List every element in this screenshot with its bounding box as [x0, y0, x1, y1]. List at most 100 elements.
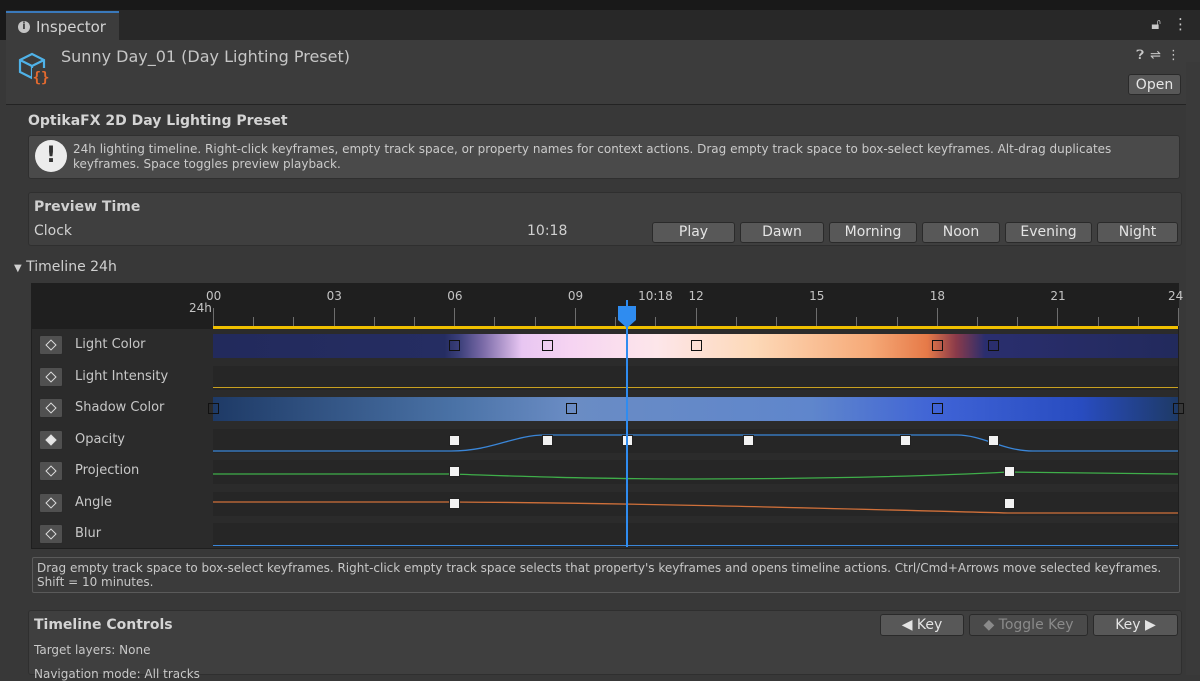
preview-time-panel: Preview Time Clock 10:18 Play Dawn Morni…	[28, 192, 1182, 246]
track-name[interactable]: Shadow Color	[75, 400, 164, 415]
toggle-key-label: Toggle Key	[998, 617, 1074, 633]
morning-button[interactable]: Morning	[829, 222, 917, 243]
toggle-key-button[interactable]: ◆ Toggle Key	[969, 614, 1088, 636]
track-name[interactable]: Blur	[75, 526, 101, 541]
night-button[interactable]: Night	[1097, 222, 1178, 243]
ruler-tick	[534, 317, 536, 326]
ruler-tick	[976, 317, 978, 326]
blur-lane[interactable]	[213, 523, 1178, 547]
keyframe-marker[interactable]	[449, 340, 461, 351]
keyframe-marker[interactable]	[541, 340, 553, 351]
projection-lane[interactable]	[213, 460, 1178, 484]
dawn-button[interactable]: Dawn	[740, 222, 824, 243]
keyframe-marker[interactable]	[931, 403, 943, 414]
timeline-foldout-label: Timeline 24h	[26, 259, 117, 275]
ruler-tick	[695, 308, 697, 326]
lock-icon[interactable]: 🔓︎	[1151, 15, 1161, 33]
diamond-icon	[45, 339, 57, 351]
ruler-tick	[1178, 308, 1179, 326]
keyframe-marker[interactable]	[449, 435, 461, 446]
tab-inspector[interactable]: i Inspector	[6, 11, 119, 41]
prev-key-button[interactable]: ◀ Key	[880, 614, 964, 636]
ruler-hour-label: 21	[1050, 289, 1066, 303]
keyframe-toggle-button[interactable]	[39, 367, 63, 387]
ruler-tick	[414, 317, 416, 326]
ruler-tick	[213, 308, 214, 326]
keyframe-marker[interactable]	[565, 403, 577, 414]
page-title: Sunny Day_01 (Day Lighting Preset)	[61, 47, 350, 66]
track-name[interactable]: Light Color	[75, 337, 146, 352]
ruler-tick	[494, 317, 496, 326]
diamond-icon	[45, 528, 57, 540]
ruler-hour-label: 06	[447, 289, 463, 303]
keyframe-marker[interactable]	[742, 435, 754, 446]
ruler-tick	[775, 317, 777, 326]
keyframe-marker[interactable]	[899, 435, 911, 446]
help-icon[interactable]: ❓︎	[1136, 48, 1150, 63]
scrollbar[interactable]	[1186, 62, 1200, 675]
settings-sliders-icon[interactable]: ⇌	[1150, 48, 1167, 63]
angle-lane[interactable]	[213, 492, 1178, 516]
menu-icon[interactable]: ⋮	[1167, 48, 1186, 63]
keyframe-marker[interactable]	[449, 498, 461, 509]
warning-icon: !	[35, 140, 67, 172]
ruler-tick	[615, 317, 617, 326]
playhead-handle[interactable]	[618, 306, 636, 320]
ruler-tick	[1097, 317, 1099, 326]
keyframe-toggle-button[interactable]	[39, 335, 63, 355]
playhead[interactable]	[626, 300, 628, 547]
keyframe-toggle-button[interactable]	[39, 493, 63, 513]
noon-button[interactable]: Noon	[922, 222, 1000, 243]
ruler-hour-label: 09	[567, 289, 584, 303]
keyframe-marker[interactable]	[988, 340, 1000, 351]
ruler-hour-label: 15	[809, 289, 825, 303]
target-layers-text: Target layers: None	[34, 643, 151, 657]
track-name[interactable]: Light Intensity	[75, 369, 168, 384]
help-box: ! 24h lighting timeline. Right-click key…	[28, 135, 1180, 179]
track-name[interactable]: Opacity	[75, 432, 125, 447]
ruler-tick	[1137, 317, 1139, 326]
header-icons: ❓︎⇌⋮	[1136, 48, 1186, 63]
shadow-color-gradient[interactable]	[213, 397, 1178, 421]
ruler-tick	[655, 317, 657, 326]
keyframe-marker[interactable]	[690, 340, 702, 351]
keyframe-marker[interactable]	[1173, 403, 1184, 414]
play-button[interactable]: Play	[652, 222, 735, 243]
keyframe-marker[interactable]	[931, 340, 943, 351]
ruler-tick	[373, 317, 375, 326]
keyframe-marker[interactable]	[1004, 498, 1016, 509]
timeline-controls-panel: Timeline Controls ◀ Key ◆ Toggle Key Key…	[28, 610, 1182, 681]
ruler-hour-label: 12	[688, 289, 704, 303]
keyframe-toggle-button[interactable]	[39, 398, 63, 418]
keyframe-marker[interactable]	[1004, 466, 1016, 477]
light-intensity-lane[interactable]	[213, 366, 1178, 390]
playhead-pointer	[618, 320, 636, 328]
keyframe-toggle-button[interactable]	[39, 430, 63, 450]
keyframe-toggle-button[interactable]	[39, 461, 63, 481]
ruler-tick	[454, 308, 456, 326]
next-key-button[interactable]: Key ▶	[1093, 614, 1178, 636]
diamond-icon	[45, 434, 57, 446]
timeline-controls-title: Timeline Controls	[34, 617, 173, 633]
ruler-start-sub-label: 24h	[189, 301, 212, 315]
ruler-hour-label: 03	[326, 289, 342, 303]
opacity-lane[interactable]	[213, 429, 1178, 453]
triangle-down-icon: ▼	[14, 263, 22, 274]
time-ruler[interactable]: 00 03 06 09 12 15 18 21 24 24h 10:18	[32, 284, 1183, 329]
evening-button[interactable]: Evening	[1005, 222, 1092, 243]
keyframe-marker[interactable]	[988, 435, 1000, 446]
diamond-icon: ◆	[983, 617, 999, 633]
track-name[interactable]: Projection	[75, 463, 139, 478]
timeline-foldout[interactable]: ▼ Timeline 24h	[14, 259, 117, 275]
timeline-help-text: Drag empty track space to box-select key…	[37, 561, 1162, 589]
keyframe-marker[interactable]	[208, 403, 219, 414]
menu-icon[interactable]: ⋮	[1173, 15, 1188, 33]
keyframe-toggle-button[interactable]	[39, 524, 63, 544]
diamond-icon	[45, 371, 57, 383]
open-button[interactable]: Open	[1128, 74, 1181, 95]
keyframe-marker[interactable]	[541, 435, 553, 446]
track-name[interactable]: Angle	[75, 495, 112, 510]
ruler-tick	[896, 317, 898, 326]
keyframe-marker[interactable]	[449, 466, 461, 477]
window-icons: 🔓︎ ⋮	[1151, 15, 1188, 33]
